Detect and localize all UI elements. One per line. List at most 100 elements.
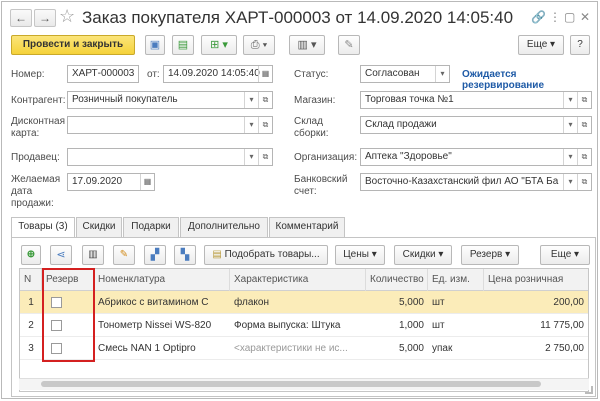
desired-date-field[interactable]: 17.09.2020 ▦ (67, 173, 155, 191)
folder-icon: ▤ (212, 249, 222, 260)
edit-button[interactable]: ✎ (113, 245, 135, 265)
store-label: Магазин: (294, 95, 336, 106)
col-n[interactable]: N (20, 269, 42, 291)
scan-icon: ▚ (180, 249, 190, 261)
chevron-down-icon[interactable]: ▾ (563, 92, 577, 108)
reserve-button[interactable]: Резерв ▾ (461, 245, 519, 265)
counterparty-label: Контрагент: (11, 95, 66, 106)
open-icon[interactable]: ⧉ (577, 149, 591, 165)
table-row[interactable]: 2 Тонометр Nissei WS-820 Форма выпуска: … (20, 314, 588, 337)
save-button[interactable]: ▣ (145, 35, 165, 55)
seller-label: Продавец: (11, 152, 60, 163)
open-icon[interactable]: ⧉ (577, 92, 591, 108)
resize-grip[interactable] (585, 386, 593, 394)
discount-card-field[interactable]: ▾ ⧉ (67, 116, 273, 134)
close-icon[interactable]: ✕ (580, 10, 590, 24)
open-icon[interactable]: ⧉ (258, 92, 272, 108)
chevron-down-icon[interactable]: ▾ (563, 174, 577, 190)
arrow-left-icon: ← (15, 11, 27, 25)
tab-additional[interactable]: Дополнительно (180, 217, 268, 237)
col-unit[interactable]: Ед. изм. (428, 269, 484, 291)
barcode-button[interactable]: ▥ (82, 245, 104, 265)
save-icon: ▣ (149, 39, 161, 51)
print-button[interactable]: ⎙ ▾ (243, 35, 275, 55)
table-more-label: Еще (550, 249, 572, 260)
prices-button[interactable]: Цены ▾ (335, 245, 385, 265)
number-label: Номер: (11, 69, 45, 80)
post-and-close-button[interactable]: Провести и закрыть (11, 35, 135, 55)
chevron-down-icon[interactable]: ▾ (435, 66, 449, 82)
warehouse-field[interactable]: Склад продажи ▾ ⧉ (360, 116, 592, 134)
reserve-label: Резерв (469, 249, 503, 260)
chevron-down-icon[interactable]: ▾ (244, 92, 258, 108)
col-characteristic[interactable]: Характеристика (230, 269, 366, 291)
col-item[interactable]: Номенклатура (94, 269, 230, 291)
tab-goods[interactable]: Товары (3) (11, 217, 75, 238)
seller-field[interactable]: ▾ ⧉ (67, 148, 273, 166)
item-name: Тонометр Nissei WS-820 (98, 320, 212, 331)
page-title: Заказ покупателя ХАРТ-000003 от 14.09.20… (82, 8, 514, 27)
menu-dots-icon[interactable]: ⋮ (549, 10, 561, 24)
table-row[interactable]: 1 Абрикос с витамином С флакон 5,000 шт … (20, 291, 588, 314)
open-icon[interactable]: ⧉ (577, 174, 591, 190)
open-icon[interactable]: ⧉ (577, 117, 591, 133)
number-field[interactable]: ХАРТ-000003 (67, 65, 139, 83)
create-based-on-button[interactable]: ⊞ ▾ (201, 35, 237, 55)
bank-account-field[interactable]: Восточно-Казахстанский фил АО "БТА Ба ▾ ⧉ (360, 173, 592, 191)
reservation-status-link[interactable]: Ожидается резервирование (462, 69, 597, 91)
pick-goods-button[interactable]: ▤ Подобрать товары... (204, 245, 328, 265)
fill-button[interactable]: ▞ (144, 245, 166, 265)
create-based-icon: ⊞ ▾ (210, 39, 228, 51)
add-row-button[interactable]: ⊕ (21, 245, 41, 265)
table-more-button[interactable]: Еще ▾ (540, 245, 590, 265)
col-price[interactable]: Цена розничная (484, 269, 588, 291)
chevron-down-icon[interactable]: ▾ (563, 117, 577, 133)
open-icon[interactable]: ⧉ (258, 149, 272, 165)
quantity: 1,000 (398, 320, 424, 331)
forward-button[interactable]: → (34, 9, 56, 27)
maximize-icon[interactable]: ▢ (564, 10, 575, 24)
horizontal-scrollbar[interactable] (19, 378, 589, 390)
share-icon: ⋖ (56, 249, 66, 261)
reports-button[interactable]: ▥ ▾ (289, 35, 325, 55)
counterparty-field[interactable]: Розничный покупатель ▾ ⧉ (67, 91, 273, 109)
chevron-down-icon: ▾ (438, 249, 444, 260)
open-icon[interactable]: ⧉ (258, 117, 272, 133)
scan-button[interactable]: ▚ (174, 245, 196, 265)
tab-discounts[interactable]: Скидки (76, 217, 122, 237)
date-field[interactable]: 14.09.2020 14:05:40 ▦ (163, 65, 273, 83)
col-qty[interactable]: Количество (366, 269, 428, 291)
favorite-star-icon[interactable]: ☆ (59, 6, 75, 27)
discounts-button[interactable]: Скидки ▾ (394, 245, 452, 265)
tab-gifts[interactable]: Подарки (123, 217, 179, 237)
share-button[interactable]: ⋖ (50, 245, 72, 265)
price: 11 775,00 (540, 320, 584, 331)
characteristic: флакон (234, 297, 269, 308)
fill-icon: ▞ (150, 249, 160, 261)
calendar-icon[interactable]: ▦ (258, 66, 272, 82)
structure-button[interactable]: ✎ (338, 35, 360, 55)
chevron-down-icon[interactable]: ▾ (244, 149, 258, 165)
characteristic: <характеристики не ис... (234, 343, 348, 354)
store-field[interactable]: Торговая точка №1 ▾ ⧉ (360, 91, 592, 109)
item-name: Абрикос с витамином С (98, 297, 209, 308)
chevron-down-icon[interactable]: ▾ (563, 149, 577, 165)
organization-field[interactable]: Аптека "Здоровье" ▾ ⧉ (360, 148, 592, 166)
price: 200,00 (553, 297, 584, 308)
chevron-down-icon[interactable]: ▾ (244, 117, 258, 133)
link-icon[interactable]: 🔗 (531, 10, 546, 24)
status-select[interactable]: Согласован ▾ (360, 65, 450, 83)
date-label: от: (147, 69, 160, 80)
scrollbar-thumb[interactable] (41, 381, 541, 387)
table-row[interactable]: 3 Смесь NAN 1 Optipro <характеристики не… (20, 337, 588, 360)
post-button[interactable]: ▤ (172, 35, 194, 55)
tab-comment[interactable]: Комментарий (269, 217, 345, 237)
unit: упак (432, 343, 453, 354)
calendar-icon[interactable]: ▦ (140, 174, 154, 190)
help-button[interactable]: ? (570, 35, 590, 55)
back-button[interactable]: ← (10, 9, 32, 27)
price: 2 750,00 (545, 343, 584, 354)
add-icon: ⊕ (26, 249, 36, 260)
chevron-down-icon: ▾ (505, 249, 511, 260)
more-button[interactable]: Еще ▾ (518, 35, 564, 55)
